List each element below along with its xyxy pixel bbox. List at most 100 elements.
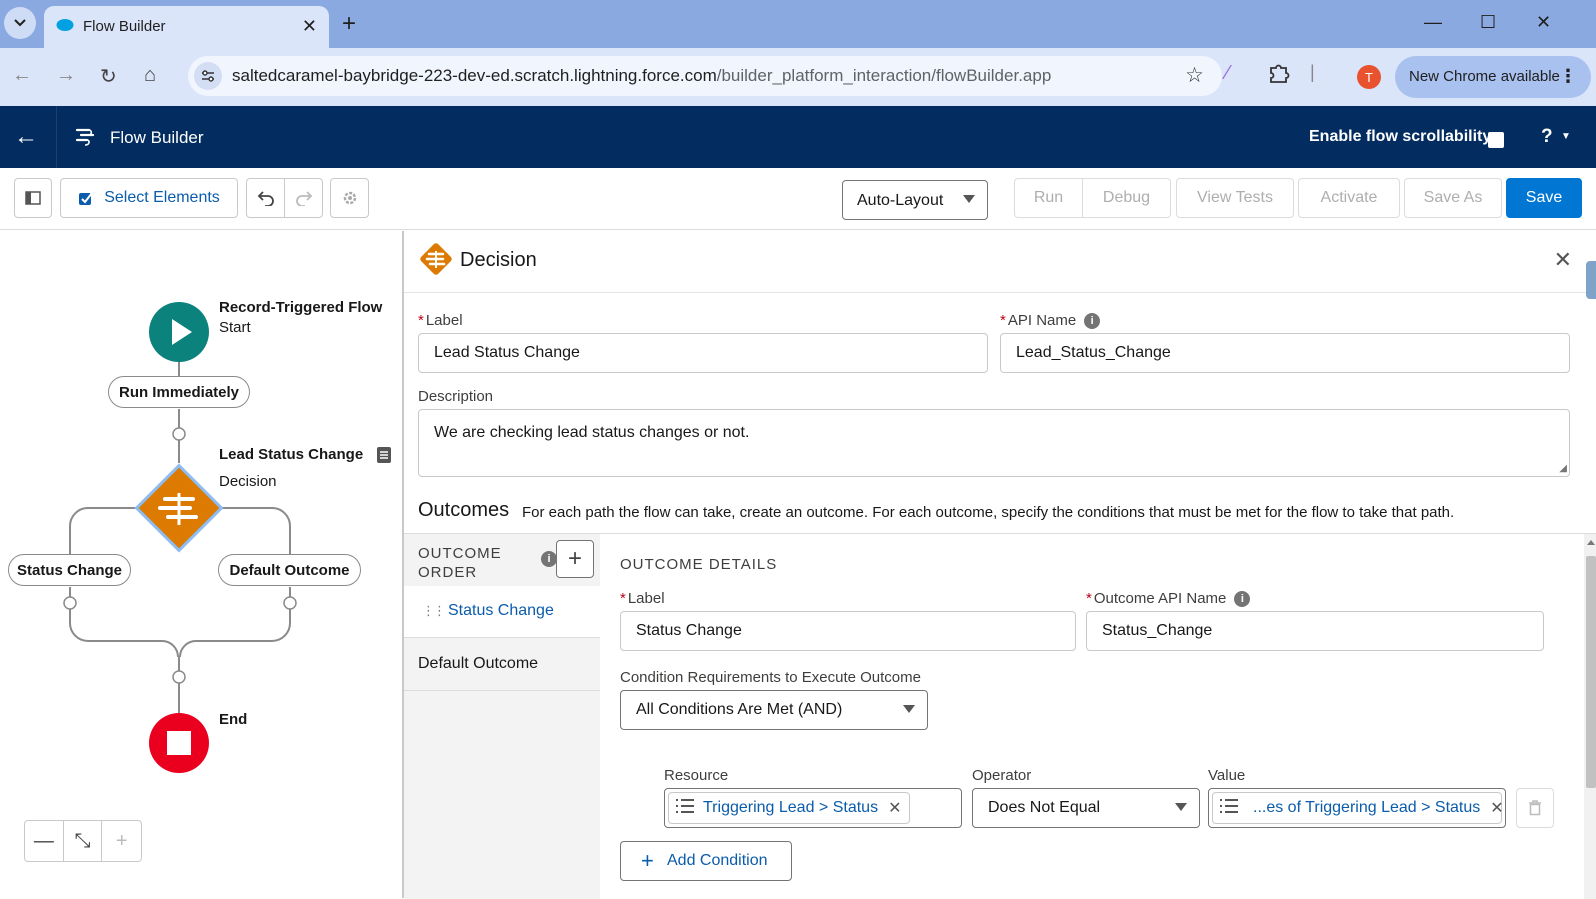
site-info-icon[interactable] (194, 62, 222, 90)
panel-side-tab[interactable] (1586, 261, 1596, 299)
resource-input[interactable]: Triggering Lead > Status ✕ (664, 788, 962, 828)
value-value: ...es of Triggering Lead > Status (1253, 799, 1481, 816)
operator-select[interactable]: Does Not Equal (972, 788, 1200, 828)
api-name-input[interactable]: Lead_Status_Change (1000, 333, 1570, 373)
outcome-api-input[interactable]: Status_Change (1086, 611, 1544, 651)
add-condition-button[interactable]: + Add Condition (620, 841, 792, 881)
help-caret-icon[interactable]: ▼ (1561, 131, 1571, 142)
url-path: /builder_platform_interaction/flowBuilde… (716, 66, 1052, 85)
chrome-update-button[interactable]: New Chrome available ⋮ (1395, 56, 1591, 98)
undo-button[interactable] (246, 178, 285, 218)
info-icon[interactable]: i (1084, 313, 1101, 330)
delete-condition-button[interactable] (1516, 788, 1554, 828)
outcome-item-default[interactable]: Default Outcome (404, 639, 600, 691)
browser-tab[interactable]: Flow Builder ✕ (44, 6, 329, 48)
reload-icon[interactable]: ↻ (100, 64, 117, 89)
condition-requirements-value: All Conditions Are Met (AND) (636, 701, 843, 718)
back-arrow-icon[interactable]: ← (12, 64, 32, 87)
run-button[interactable]: Run (1014, 178, 1083, 218)
branch-default-outcome-pill[interactable]: Default Outcome (218, 554, 361, 586)
zoom-out-button[interactable]: — (25, 821, 64, 861)
outcome-label-input[interactable]: Status Change (620, 611, 1076, 651)
minimize-icon[interactable]: — (1424, 12, 1442, 33)
remove-pill-icon[interactable]: ✕ (1490, 798, 1503, 818)
settings-button[interactable] (330, 178, 369, 218)
drag-handle-icon[interactable]: ⋮⋮ (422, 603, 446, 619)
condition-requirements-label: Condition Requirements to Execute Outcom… (620, 669, 921, 686)
close-icon[interactable]: ✕ (1554, 247, 1572, 273)
fit-to-view-button[interactable]: ⤡ (64, 821, 103, 861)
chevron-down-icon (14, 19, 26, 27)
header-divider (56, 106, 57, 168)
window-close-icon[interactable]: ✕ (1536, 12, 1551, 33)
outcome-order-line2: ORDER (418, 564, 478, 581)
flow-canvas[interactable]: Record-Triggered Flow Start Run Immediat… (0, 231, 402, 898)
save-as-button[interactable]: Save As (1404, 178, 1502, 218)
outcomes-title: Outcomes (418, 499, 510, 521)
outcome-editor: OUTCOME ORDER i + ⋮⋮ Status Change Defau… (404, 533, 1596, 899)
value-input[interactable]: ...es of Triggering Lead > Status ✕ (1208, 788, 1506, 828)
scroll-up-icon[interactable] (1587, 540, 1595, 545)
operator-label: Operator (972, 767, 1032, 784)
run-immediately-pill[interactable]: Run Immediately (108, 376, 250, 408)
chrome-update-label: New Chrome available (1409, 68, 1560, 85)
save-as-label: Save As (1423, 189, 1483, 206)
scrollbar-thumb[interactable] (1586, 556, 1596, 788)
forward-arrow-icon[interactable]: → (56, 64, 76, 87)
maximize-icon[interactable]: ☐ (1480, 12, 1496, 33)
remove-pill-icon[interactable]: ✕ (888, 798, 901, 818)
panel-title: Decision (460, 249, 537, 271)
profile-avatar[interactable]: T (1357, 65, 1381, 89)
outcome-api-field-label: * Outcome API Name i (1086, 590, 1251, 608)
tab-search-button[interactable] (4, 7, 36, 39)
browser-titlebar: Flow Builder ✕ + — ☐ ✕ (0, 0, 1596, 48)
back-arrow-icon[interactable]: ← (14, 123, 38, 151)
branch-status-change-pill[interactable]: Status Change (8, 554, 131, 586)
tab-close-icon[interactable]: ✕ (302, 16, 317, 37)
outcome-order-list: OUTCOME ORDER i + ⋮⋮ Status Change Defau… (404, 534, 600, 899)
home-icon[interactable]: ⌂ (144, 64, 156, 87)
outcome-scrollbar[interactable] (1584, 534, 1596, 899)
end-node-title: End (219, 711, 248, 728)
address-bar[interactable]: saltedcaramel-baybridge-223-dev-ed.scrat… (188, 56, 1222, 96)
panel-header: Decision ✕ (404, 231, 1596, 299)
layout-mode-select[interactable]: Auto-Layout (842, 180, 988, 220)
activate-button[interactable]: Activate (1298, 178, 1400, 218)
debug-button[interactable]: Debug (1082, 178, 1171, 218)
redo-button[interactable] (284, 178, 323, 218)
label-field-label: * Label (418, 312, 463, 329)
more-menu-icon[interactable]: ⋮ (1559, 66, 1577, 87)
condition-requirements-select[interactable]: All Conditions Are Met (AND) (620, 690, 928, 730)
select-elements-button[interactable]: Select Elements (60, 178, 238, 218)
info-icon[interactable]: i (1234, 591, 1251, 608)
description-textarea[interactable]: We are checking lead status changes or n… (418, 409, 1570, 477)
save-label: Save (1525, 189, 1563, 206)
value-label: Value (1208, 767, 1246, 784)
label-input[interactable]: Lead Status Change (418, 333, 988, 373)
api-name-field-label: * API Name i (1000, 312, 1101, 330)
tab-title: Flow Builder (83, 18, 166, 35)
list-icon (675, 798, 695, 819)
zoom-in-button[interactable]: + (102, 821, 141, 861)
zoom-controls: — ⤡ + (24, 820, 142, 862)
resize-grip-icon[interactable]: ◢ (1559, 463, 1567, 474)
scrollability-checkbox[interactable] (1488, 132, 1504, 148)
end-node-icon[interactable] (149, 713, 209, 773)
pen-extension-icon[interactable]: ⁄ (1226, 62, 1229, 85)
toggle-panel-button[interactable] (14, 178, 52, 218)
new-tab-icon[interactable]: + (342, 10, 356, 38)
outcome-details-heading: OUTCOME DETAILS (620, 556, 778, 573)
extensions-puzzle-icon[interactable] (1268, 62, 1290, 90)
decision-node-icon[interactable] (134, 463, 224, 553)
start-node-subtitle: Start (219, 319, 251, 336)
outcome-order-heading: OUTCOME ORDER (418, 544, 502, 582)
value-pill[interactable]: ...es of Triggering Lead > Status ✕ (1212, 792, 1504, 824)
info-icon[interactable]: i (541, 551, 557, 567)
view-tests-button[interactable]: View Tests (1176, 178, 1294, 218)
outcome-item-status-change[interactable]: ⋮⋮ Status Change (404, 586, 600, 638)
bookmark-star-icon[interactable]: ☆ (1185, 63, 1204, 88)
save-button[interactable]: Save (1506, 178, 1582, 218)
resource-pill[interactable]: Triggering Lead > Status ✕ (668, 792, 911, 824)
add-outcome-button[interactable]: + (556, 540, 594, 578)
help-icon[interactable]: ? (1541, 126, 1553, 148)
